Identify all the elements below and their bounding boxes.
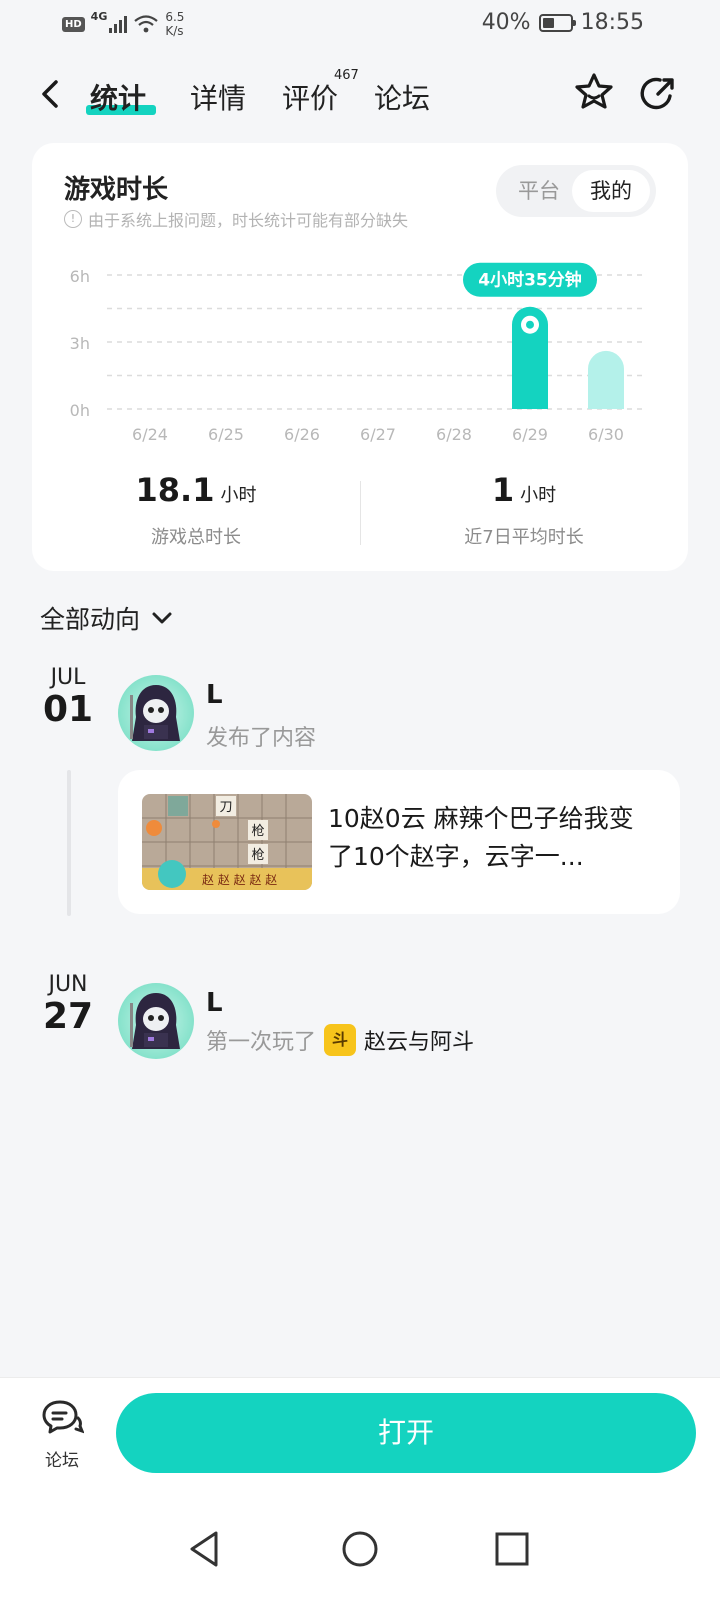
entry-action-text: 第一次玩了: [206, 1030, 317, 1055]
entry-day: 01: [42, 689, 94, 730]
average-time-stat: 1 小时 近7日平均时长: [360, 471, 688, 549]
network-type: 4G: [90, 10, 108, 23]
info-icon: !: [64, 210, 82, 228]
average-time-unit: 小时: [520, 485, 557, 506]
top-nav: 统计 详情 评价 467 论坛: [0, 60, 720, 130]
entry-action: 第一次玩了 斗 赵云与阿斗: [206, 1024, 474, 1056]
game-name-link[interactable]: 赵云与阿斗: [364, 1024, 474, 1056]
reviews-count-badge: 467: [334, 68, 359, 83]
forum-shortcut-label: 论坛: [45, 1451, 79, 1471]
chart-bar: [588, 350, 624, 409]
activity-filter-label: 全部动向: [40, 605, 141, 634]
hd-icon: HD: [62, 16, 85, 32]
play-time-title: 游戏时长: [64, 175, 169, 205]
toggle-platform[interactable]: 平台: [506, 170, 572, 212]
username[interactable]: L: [206, 680, 223, 710]
total-time-label: 游戏总时长: [151, 527, 241, 548]
entry-date: JUL 01: [40, 665, 96, 730]
username[interactable]: L: [206, 988, 223, 1018]
chart-y-tick: 6h: [70, 267, 90, 286]
entry-month: JUL: [50, 665, 86, 690]
chart-bar-marker-dot: [526, 320, 534, 329]
svg-text:刀: 刀: [219, 800, 232, 815]
scope-toggle[interactable]: 平台 我的: [496, 165, 656, 217]
svg-text:枪: 枪: [251, 823, 264, 839]
total-time-value: 18.1: [135, 471, 215, 509]
status-bar: HD 4G 6.5 K/s 40% 18:55: [0, 0, 720, 50]
post-thumbnail[interactable]: 刀 枪 枪 赵 赵 赵 赵 赵: [142, 794, 312, 890]
share-icon[interactable]: [636, 72, 680, 116]
forum-icon: [42, 1400, 85, 1434]
chevron-down-icon: [152, 612, 172, 624]
system-nav-bar: [0, 1497, 720, 1600]
chart-tooltip-label: 4小时35分钟: [478, 270, 582, 291]
entry-action-text: 发布了内容: [206, 726, 317, 751]
tab-details[interactable]: 详情: [190, 77, 246, 117]
entry-month: JUN: [48, 972, 88, 997]
entry-action: 发布了内容: [206, 720, 316, 752]
total-time-stat: 18.1 小时 游戏总时长: [32, 471, 360, 549]
chart-x-tick: 6/30: [588, 425, 624, 444]
nav-home-icon[interactable]: [338, 1527, 382, 1571]
net-speed: 6.5 K/s: [165, 10, 184, 38]
entry-day: 27: [42, 996, 94, 1037]
play-time-chart: 0h 3h 6h 6/24 6/25 6/26 6/27 6/28 6/29 4小时35分钟 6/3…: [70, 262, 642, 444]
avatar[interactable]: [118, 675, 194, 751]
net-speed-unit: K/s: [165, 24, 184, 38]
open-game-button[interactable]: 打开: [116, 1393, 696, 1473]
chart-x-tick: 6/27: [360, 425, 396, 444]
chart-y-tick: 3h: [70, 334, 90, 353]
avatar[interactable]: [118, 983, 194, 1059]
status-left: HD 4G 6.5 K/s: [62, 10, 184, 38]
toggle-mine[interactable]: 我的: [572, 170, 650, 212]
net-speed-value: 6.5: [165, 10, 185, 24]
tab-stats[interactable]: 统计: [90, 77, 146, 117]
chart-x-tick: 6/28: [436, 425, 472, 444]
signal-icon: [109, 15, 128, 33]
post-card[interactable]: 刀 枪 枪 赵 赵 赵 赵 赵 10赵0云 麻辣个巴子给我变了10个赵字，云字一…: [118, 770, 680, 914]
total-time-unit: 小时: [220, 485, 257, 506]
svg-text:赵 赵 赵 赵 赵: 赵 赵 赵 赵 赵: [202, 873, 277, 887]
status-right: 40% 18:55: [482, 10, 644, 35]
star-icon[interactable]: [572, 70, 616, 114]
back-icon[interactable]: [36, 74, 66, 114]
play-time-note-text: 由于系统上报问题，时长统计可能有部分缺失: [88, 211, 409, 230]
play-time-card: 游戏时长 ! 由于系统上报问题，时长统计可能有部分缺失 平台 我的 0h 3h 6h…: [32, 143, 688, 571]
timeline-line: [67, 770, 71, 916]
chart-y-tick: 0h: [70, 401, 90, 420]
battery-icon: [538, 13, 576, 32]
tab-reviews[interactable]: 评价: [282, 77, 338, 117]
bottom-action-bar: 论坛 打开: [0, 1377, 720, 1497]
nav-back-icon[interactable]: [184, 1527, 228, 1571]
chart-x-tick: 6/29: [512, 425, 548, 444]
play-time-note: ! 由于系统上报问题，时长统计可能有部分缺失: [64, 207, 408, 231]
svg-text:枪: 枪: [251, 847, 264, 863]
game-icon[interactable]: 斗: [324, 1024, 357, 1056]
tab-forum[interactable]: 论坛: [374, 77, 430, 117]
wifi-icon: [134, 15, 159, 33]
post-text: 10赵0云 麻辣个巴子给我变了10个赵字，云字一...: [328, 804, 634, 871]
activity-filter[interactable]: 全部动向: [40, 600, 174, 636]
battery-percent: 40%: [481, 10, 531, 35]
chart-x-tick: 6/26: [284, 425, 320, 444]
forum-shortcut[interactable]: 论坛: [36, 1398, 88, 1471]
chart-x-tick: 6/24: [132, 425, 168, 444]
average-time-label: 近7日平均时长: [464, 527, 584, 548]
entry-date: JUN 27: [40, 972, 96, 1037]
nav-recents-icon[interactable]: [490, 1527, 534, 1571]
chart-x-tick: 6/25: [208, 425, 244, 444]
clock: 18:55: [580, 10, 644, 35]
average-time-value: 1: [491, 471, 515, 509]
